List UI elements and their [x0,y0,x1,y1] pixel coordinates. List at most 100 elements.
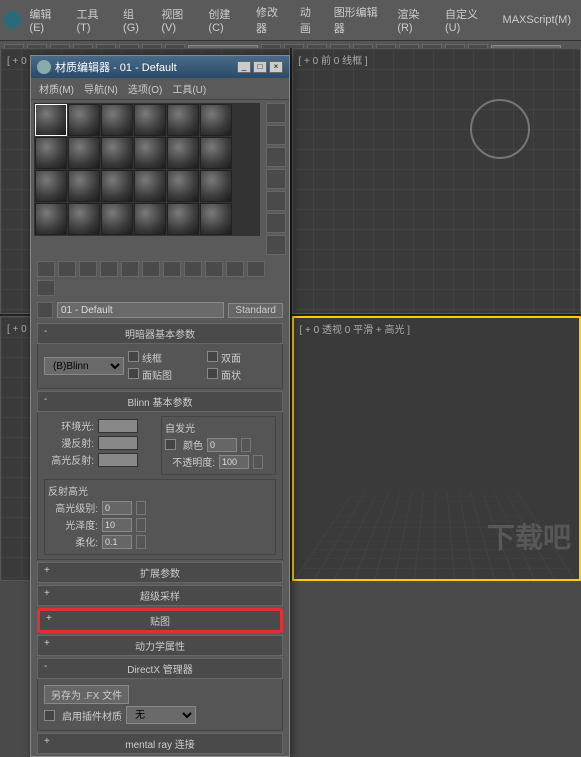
mat-menu-nav[interactable]: 导航(N) [80,80,122,97]
material-slot[interactable] [200,104,232,136]
material-slot[interactable] [101,104,133,136]
make-unique-icon[interactable] [142,261,160,277]
vp-label-front: [ + 0 前 0 线框 ] [299,52,368,67]
pick-icon[interactable] [37,302,53,318]
reset-icon[interactable] [100,261,118,277]
material-name-input[interactable] [57,302,224,318]
sample-type-icon[interactable] [266,103,286,123]
material-slot[interactable] [200,137,232,169]
material-slot[interactable] [68,137,100,169]
get-material-icon[interactable] [37,261,55,277]
spinner-icon[interactable] [241,438,251,452]
rollout-directx[interactable]: -DirectX 管理器 [37,658,283,679]
material-slot[interactable] [167,137,199,169]
menu-group[interactable]: 组(G) [117,4,153,36]
material-slot[interactable] [68,104,100,136]
viewport-front[interactable]: [ + 0 前 0 线框 ] [292,48,581,314]
preview-icon[interactable] [266,213,286,233]
maximize-icon[interactable]: □ [253,61,267,73]
menu-edit[interactable]: 编辑(E) [23,4,68,36]
material-slot[interactable] [35,170,67,202]
put-lib-icon[interactable] [163,261,181,277]
twoside-checkbox[interactable] [207,351,218,362]
material-slot[interactable] [200,203,232,235]
watermark: 下载吧 [487,516,571,556]
material-slot[interactable] [167,203,199,235]
mat-menu-options[interactable]: 选项(O) [124,80,166,97]
faceted-checkbox[interactable] [207,368,218,379]
material-slot[interactable] [35,137,67,169]
rollout-shader-header[interactable]: -明暗器基本参数 [37,323,283,344]
plugin-select[interactable]: 无 [126,706,196,724]
specular-swatch[interactable] [98,453,138,467]
material-slot[interactable] [134,104,166,136]
material-type-button[interactable]: Standard [228,303,283,318]
mat-menu-tools[interactable]: 工具(U) [168,80,210,97]
material-slot[interactable] [167,104,199,136]
show-end-icon[interactable] [226,261,244,277]
rollout-maps[interactable]: +贴图 [37,608,283,633]
material-slot[interactable] [101,137,133,169]
sample-uv-icon[interactable] [266,169,286,189]
minimize-icon[interactable]: _ [237,61,251,73]
spinner-icon[interactable] [253,455,263,469]
diffuse-swatch[interactable] [98,436,138,450]
rollout-extended[interactable]: +扩展参数 [37,562,283,583]
selfillum-input[interactable] [207,438,237,452]
video-check-icon[interactable] [266,191,286,211]
spinner-icon[interactable] [136,518,146,532]
material-slot[interactable] [167,170,199,202]
material-slot[interactable] [101,203,133,235]
rollout-blinn-header[interactable]: -Blinn 基本参数 [37,391,283,412]
material-editor-titlebar[interactable]: 材质编辑器 - 01 - Default _ □ × [31,56,289,78]
copy-icon[interactable] [121,261,139,277]
menu-anim[interactable]: 动画 [294,2,326,38]
menu-tools[interactable]: 工具(T) [71,4,116,36]
spinner-icon[interactable] [136,535,146,549]
soften-input[interactable] [102,535,132,549]
menu-modifier[interactable]: 修改器 [250,2,292,38]
wire-checkbox[interactable] [128,351,139,362]
menu-custom[interactable]: 自定义(U) [439,4,495,36]
go-parent-icon[interactable] [247,261,265,277]
save-fx-button[interactable]: 另存为 .FX 文件 [44,685,129,704]
show-map-icon[interactable] [205,261,223,277]
menu-maxscript[interactable]: MAXScript(M) [497,12,577,28]
menu-render[interactable]: 渲染(R) [391,4,437,36]
enable-plugin-checkbox[interactable] [44,710,55,721]
menu-graph[interactable]: 图形编辑器 [328,2,390,38]
material-slot[interactable] [134,137,166,169]
app-logo-icon[interactable] [4,11,21,29]
material-slot[interactable] [101,170,133,202]
put-to-scene-icon[interactable] [58,261,76,277]
options-icon[interactable] [266,235,286,255]
facemap-checkbox[interactable] [128,368,139,379]
opacity-input[interactable] [219,455,249,469]
viewcube-icon[interactable] [470,99,530,159]
speclevel-input[interactable] [102,501,132,515]
selfillum-color-checkbox[interactable] [165,439,176,450]
material-slot[interactable] [68,203,100,235]
material-slot[interactable] [134,203,166,235]
shader-select[interactable]: (B)Blinn [44,357,124,375]
rollout-dynamics[interactable]: +动力学属性 [37,635,283,656]
material-slot[interactable] [68,170,100,202]
material-slot[interactable] [35,203,67,235]
spinner-icon[interactable] [136,501,146,515]
effects-icon[interactable] [184,261,202,277]
backlight-icon[interactable] [266,125,286,145]
ambient-swatch[interactable] [98,419,138,433]
background-icon[interactable] [266,147,286,167]
mat-menu-material[interactable]: 材质(M) [35,80,78,97]
menu-view[interactable]: 视图(V) [155,4,200,36]
rollout-supersample[interactable]: +超级采样 [37,585,283,606]
material-slot[interactable] [35,104,67,136]
menu-create[interactable]: 创建(C) [202,4,248,36]
material-slot[interactable] [134,170,166,202]
rollout-mentalray[interactable]: +mental ray 连接 [37,733,283,754]
go-sibling-icon[interactable] [37,280,55,296]
material-slot[interactable] [200,170,232,202]
gloss-input[interactable] [102,518,132,532]
assign-icon[interactable] [79,261,97,277]
close-icon[interactable]: × [269,61,283,73]
